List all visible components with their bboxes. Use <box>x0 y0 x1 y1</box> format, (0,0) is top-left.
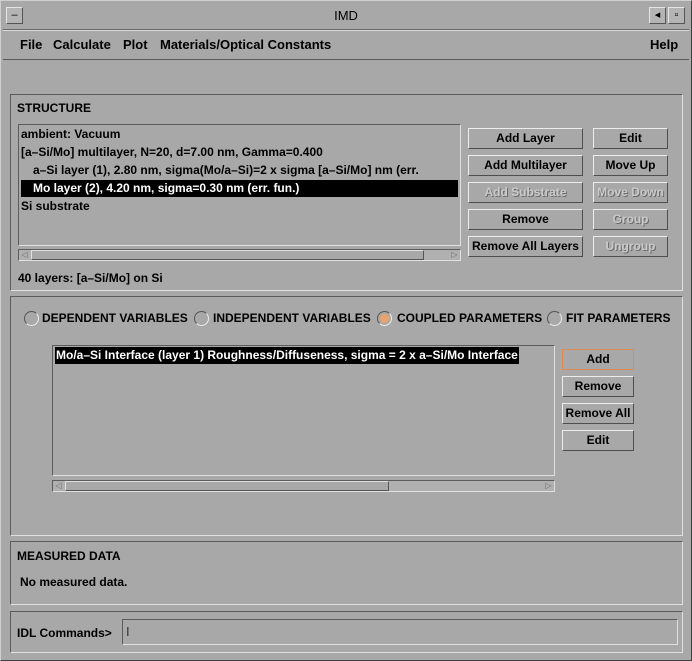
idl-command-input[interactable]: I <box>122 619 678 645</box>
dependent-variables-label[interactable]: DEPENDENT VARIABLES <box>42 311 188 325</box>
parameters-panel: DEPENDENT VARIABLES INDEPENDENT VARIABLE… <box>10 296 683 536</box>
measured-data-label: MEASURED DATA <box>17 549 121 563</box>
coupled-parameters-radio[interactable] <box>377 311 392 326</box>
structure-list[interactable]: ambient: Vacuum [a–Si/Mo] multilayer, N=… <box>18 124 461 246</box>
coupled-parameters-list[interactable]: Mo/a–Si Interface (layer 1) Roughness/Di… <box>52 345 555 476</box>
scroll-thumb[interactable] <box>31 250 424 260</box>
menu-file[interactable]: File <box>20 37 42 52</box>
independent-variables-label[interactable]: INDEPENDENT VARIABLES <box>213 311 371 325</box>
idl-commands-label: IDL Commands> <box>17 626 112 640</box>
window-title: IMD <box>334 8 358 23</box>
structure-hscrollbar[interactable]: ◁ ▷ <box>18 249 461 261</box>
structure-row[interactable]: a–Si layer (1), 2.80 nm, sigma(Mo/a–Si)=… <box>21 162 419 179</box>
coupled-parameter-row[interactable]: Mo/a–Si Interface (layer 1) Roughness/Di… <box>55 347 519 364</box>
ungroup-button[interactable]: Ungroup <box>593 236 668 257</box>
scroll-left-icon[interactable]: ◁ <box>19 250 30 260</box>
title-bar[interactable]: – IMD ◂ ▫ <box>3 3 689 30</box>
fit-parameters-label[interactable]: FIT PARAMETERS <box>566 311 670 325</box>
remove-all-layers-button[interactable]: Remove All Layers <box>468 236 583 257</box>
menu-bar: File Calculate Plot Materials/Optical Co… <box>3 30 689 60</box>
structure-row[interactable]: ambient: Vacuum <box>21 126 120 143</box>
structure-panel: STRUCTURE ambient: Vacuum [a–Si/Mo] mult… <box>10 94 683 291</box>
fit-parameters-radio[interactable] <box>547 311 562 326</box>
independent-variables-radio[interactable] <box>194 311 209 326</box>
structure-row-selected[interactable]: Mo layer (2), 4.20 nm, sigma=0.30 nm (er… <box>21 180 458 197</box>
add-substrate-button[interactable]: Add Substrate <box>468 182 583 203</box>
structure-summary: 40 layers: [a–Si/Mo] on Si <box>18 271 163 285</box>
edit-button[interactable]: Edit <box>593 128 668 149</box>
structure-row[interactable]: Si substrate <box>21 198 90 215</box>
structure-row[interactable]: [a–Si/Mo] multilayer, N=20, d=7.00 nm, G… <box>21 144 323 161</box>
measured-data-panel: MEASURED DATA No measured data. <box>10 541 683 605</box>
scroll-right-icon[interactable]: ▷ <box>543 481 554 491</box>
edit-coupled-button[interactable]: Edit <box>562 430 634 451</box>
add-layer-button[interactable]: Add Layer <box>468 128 583 149</box>
move-up-button[interactable]: Move Up <box>593 155 668 176</box>
text-cursor-icon: I <box>126 624 130 639</box>
menu-plot[interactable]: Plot <box>123 37 148 52</box>
move-down-button[interactable]: Move Down <box>593 182 668 203</box>
menu-calculate[interactable]: Calculate <box>53 37 111 52</box>
remove-all-coupled-button[interactable]: Remove All <box>562 403 634 424</box>
add-multilayer-button[interactable]: Add Multilayer <box>468 155 583 176</box>
coupled-parameters-label[interactable]: COUPLED PARAMETERS <box>397 311 542 325</box>
dependent-variables-radio[interactable] <box>24 311 39 326</box>
coupled-hscrollbar[interactable]: ◁ ▷ <box>52 480 555 492</box>
idl-command-panel: IDL Commands> I <box>10 611 683 653</box>
scroll-left-icon[interactable]: ◁ <box>53 481 64 491</box>
structure-label: STRUCTURE <box>17 101 91 115</box>
maximize-icon[interactable]: ▫ <box>668 7 685 24</box>
imd-window: – IMD ◂ ▫ File Calculate Plot Materials/… <box>0 0 692 661</box>
menu-materials[interactable]: Materials/Optical Constants <box>160 37 331 52</box>
measured-data-status: No measured data. <box>20 575 128 589</box>
scroll-thumb[interactable] <box>65 481 389 491</box>
add-coupled-button[interactable]: Add <box>562 349 634 370</box>
remove-coupled-button[interactable]: Remove <box>562 376 634 397</box>
menu-help[interactable]: Help <box>650 37 678 52</box>
scroll-right-icon[interactable]: ▷ <box>449 250 460 260</box>
remove-button[interactable]: Remove <box>468 209 583 230</box>
minimize-icon[interactable]: ◂ <box>649 7 666 24</box>
group-button[interactable]: Group <box>593 209 668 230</box>
